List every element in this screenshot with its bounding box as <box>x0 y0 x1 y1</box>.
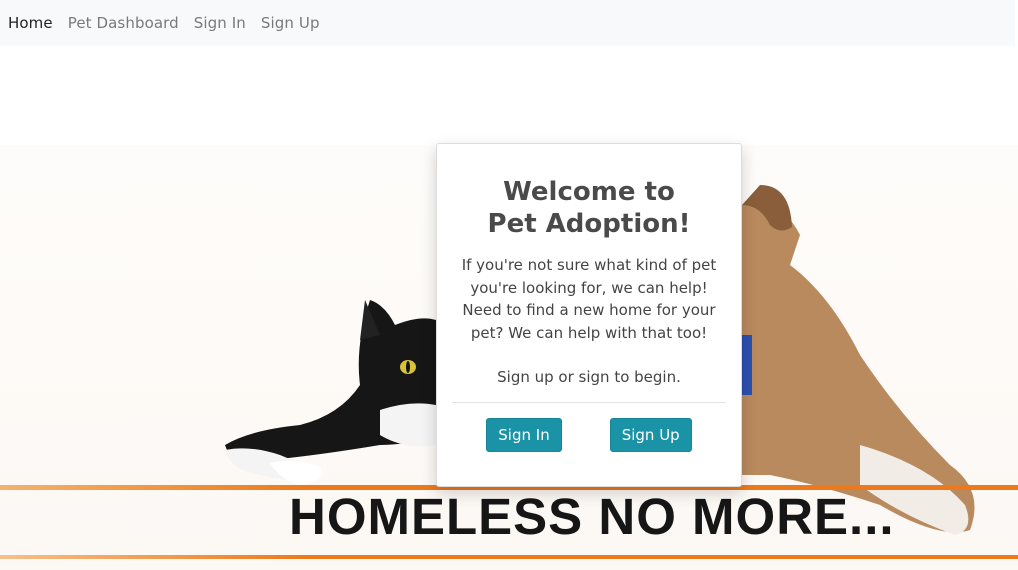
banner-stripe-bottom <box>0 555 1018 559</box>
nav-sign-up-link[interactable]: Sign Up <box>261 14 320 32</box>
card-prompt: Sign up or sign to begin. <box>497 368 681 386</box>
sign-up-button[interactable]: Sign Up <box>609 418 692 452</box>
nav-pet-dashboard-link[interactable]: Pet Dashboard <box>68 14 179 32</box>
card-description: If you're not sure what kind of pet you'… <box>461 256 717 342</box>
card-title-line2: Pet Adoption! <box>487 209 691 239</box>
top-navbar: Home Pet Dashboard Sign In Sign Up <box>0 0 1015 46</box>
nav-sign-in-link[interactable]: Sign In <box>194 14 246 32</box>
card-button-row: Sign In Sign Up <box>437 418 741 452</box>
sign-in-button[interactable]: Sign In <box>486 418 562 452</box>
card-divider <box>452 402 726 403</box>
nav-home-link[interactable]: Home <box>8 14 53 32</box>
welcome-card: Welcome to Pet Adoption! If you're not s… <box>436 143 742 487</box>
card-title-line1: Welcome to <box>503 177 675 207</box>
card-title: Welcome to Pet Adoption! <box>437 176 741 240</box>
banner-headline: HOMELESS NO MORE... <box>289 488 895 545</box>
